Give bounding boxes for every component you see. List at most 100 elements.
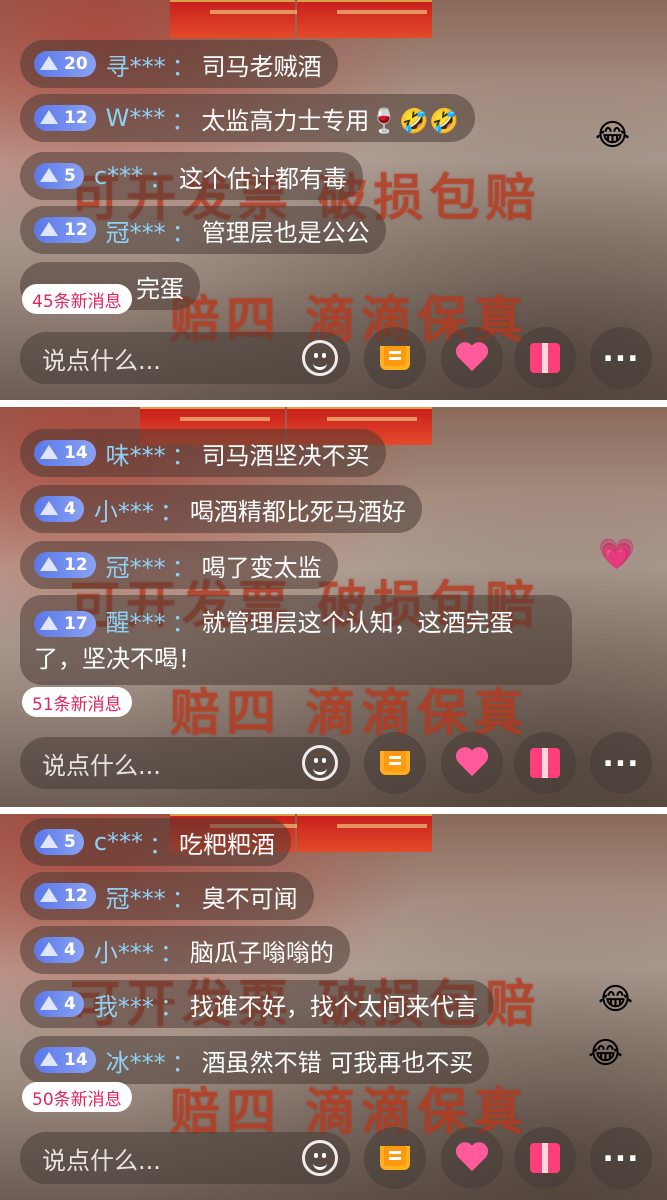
- comment-input[interactable]: 说点什么...: [20, 332, 350, 384]
- laughing-emoji-icon: 😂: [595, 118, 631, 153]
- gift-button[interactable]: [514, 732, 576, 794]
- laughing-emoji-icon: 😂: [588, 1036, 624, 1071]
- gem-icon: [40, 557, 58, 571]
- level-badge: 14: [34, 440, 96, 466]
- live-panel-1: 可开发票 破损包赔 赔四 滴滴保真 20 寻***： 司马老贼酒 12 W***…: [0, 0, 667, 400]
- more-button[interactable]: ...: [590, 1127, 652, 1189]
- cart-button[interactable]: [364, 327, 426, 389]
- message-text: 太监高力士专用🍷🤣🤣: [201, 106, 460, 135]
- chat-message: 17 醒***：就管理层这个认知，这酒完蛋了，坚决不喝！: [20, 595, 572, 685]
- username[interactable]: c***: [94, 162, 143, 190]
- gem-icon: [40, 888, 58, 902]
- gem-icon: [40, 616, 58, 630]
- gem-icon: [40, 996, 58, 1010]
- level-badge: 4: [34, 937, 84, 963]
- heart-icon: [455, 748, 489, 778]
- message-text: 脑瓜子嗡嗡的: [189, 938, 334, 967]
- message-text: 吃粑粑酒: [179, 830, 276, 859]
- username[interactable]: 小***: [94, 933, 154, 968]
- more-button[interactable]: ...: [590, 732, 652, 794]
- live-panel-3: 可开发票 破损包赔 赔四 滴滴保真 5 c***： 吃粑粑酒 12 冠***： …: [0, 814, 667, 1200]
- more-icon: ...: [602, 334, 640, 369]
- username[interactable]: 冰***: [106, 1043, 166, 1078]
- emoji-icon[interactable]: [302, 340, 338, 376]
- new-messages-pill[interactable]: 51条新消息: [22, 687, 132, 717]
- live-panel-2: 可开发票 破损包赔 赔四 滴滴保真 14 味***： 司马酒坚决不买 4 小**…: [0, 407, 667, 807]
- like-button[interactable]: [441, 1127, 503, 1189]
- gem-icon: [40, 834, 58, 848]
- more-button[interactable]: ...: [590, 327, 652, 389]
- product-box: [170, 0, 300, 38]
- chat-message: 5 c***： 这个估计都有毒: [20, 152, 364, 200]
- new-messages-pill[interactable]: 45条新消息: [22, 284, 132, 314]
- gift-icon: [530, 343, 560, 373]
- product-box: [297, 0, 432, 38]
- comment-input[interactable]: 说点什么...: [20, 1132, 350, 1184]
- chat-message: 5 c***： 吃粑粑酒: [20, 818, 292, 866]
- cart-icon: [380, 1146, 410, 1170]
- cart-icon: [380, 751, 410, 775]
- chat-message: 12 冠***： 喝了变太监: [20, 541, 338, 589]
- username[interactable]: 味***: [106, 436, 166, 471]
- new-messages-pill[interactable]: 50条新消息: [22, 1082, 132, 1112]
- heart-icon: [455, 343, 489, 373]
- input-placeholder: 说点什么...: [42, 346, 161, 375]
- cart-button[interactable]: [364, 732, 426, 794]
- more-icon: ...: [602, 1134, 640, 1169]
- gem-icon: [40, 110, 58, 124]
- message-text: 喝了变太监: [201, 553, 322, 582]
- like-button[interactable]: [441, 327, 503, 389]
- chat-message: 12 W***： 太监高力士专用🍷🤣🤣: [20, 94, 476, 142]
- level-badge: 12: [34, 883, 96, 909]
- username[interactable]: W***: [106, 104, 166, 132]
- level-badge: 5: [34, 163, 84, 189]
- level-badge: 4: [34, 496, 84, 522]
- message-text: 酒虽然不错 可我再也不买: [201, 1048, 474, 1077]
- username[interactable]: 冠***: [106, 213, 166, 248]
- chat-message: 12 冠***： 管理层也是公公: [20, 206, 386, 254]
- gift-icon: [530, 748, 560, 778]
- level-badge: 4: [34, 991, 84, 1017]
- username[interactable]: 我***: [94, 987, 154, 1022]
- laughing-emoji-icon: 😂: [598, 982, 634, 1017]
- message-text: 完蛋: [136, 274, 184, 303]
- level-badge: 12: [34, 217, 96, 243]
- chat-message: 4 我***： 找谁不好，找个太间来代言: [20, 980, 494, 1028]
- username[interactable]: 冠***: [106, 879, 166, 914]
- cart-button[interactable]: [364, 1127, 426, 1189]
- message-text: 找谁不好，找个太间来代言: [189, 992, 478, 1021]
- gift-button[interactable]: [514, 327, 576, 389]
- gem-icon: [40, 445, 58, 459]
- chat-message: 14 味***： 司马酒坚决不买: [20, 429, 386, 477]
- chat-message: 14 冰***： 酒虽然不错 可我再也不买: [20, 1036, 490, 1084]
- username[interactable]: c***: [94, 828, 143, 856]
- message-text: 司马老贼酒: [201, 52, 322, 81]
- emoji-icon[interactable]: [302, 745, 338, 781]
- gift-button[interactable]: [514, 1127, 576, 1189]
- like-button[interactable]: [441, 732, 503, 794]
- username[interactable]: 小***: [94, 492, 154, 527]
- cart-icon: [380, 346, 410, 370]
- emoji-icon[interactable]: [302, 1140, 338, 1176]
- gem-icon: [40, 1052, 58, 1066]
- level-badge: 12: [34, 105, 96, 131]
- username[interactable]: 醒***: [106, 609, 166, 637]
- message-text: 这个估计都有毒: [179, 164, 348, 193]
- message-text: 臭不可闻: [201, 884, 298, 913]
- heart-icon: [455, 1143, 489, 1173]
- comment-input[interactable]: 说点什么...: [20, 737, 350, 789]
- chat-message: 12 冠***： 臭不可闻: [20, 872, 314, 920]
- gem-icon: [40, 222, 58, 236]
- username[interactable]: 冠***: [106, 548, 166, 583]
- chat-message: 20 寻***： 司马老贼酒: [20, 40, 338, 88]
- gem-icon: [40, 168, 58, 182]
- gem-icon: [40, 942, 58, 956]
- message-text: 喝酒精都比死马酒好: [189, 497, 406, 526]
- divider: [0, 400, 667, 407]
- product-box: [297, 814, 432, 852]
- level-badge: 17: [34, 611, 96, 637]
- level-badge: 14: [34, 1047, 96, 1073]
- divider: [0, 807, 667, 814]
- username[interactable]: 寻***: [106, 47, 166, 82]
- chat-message: 4 小***： 脑瓜子嗡嗡的: [20, 926, 350, 974]
